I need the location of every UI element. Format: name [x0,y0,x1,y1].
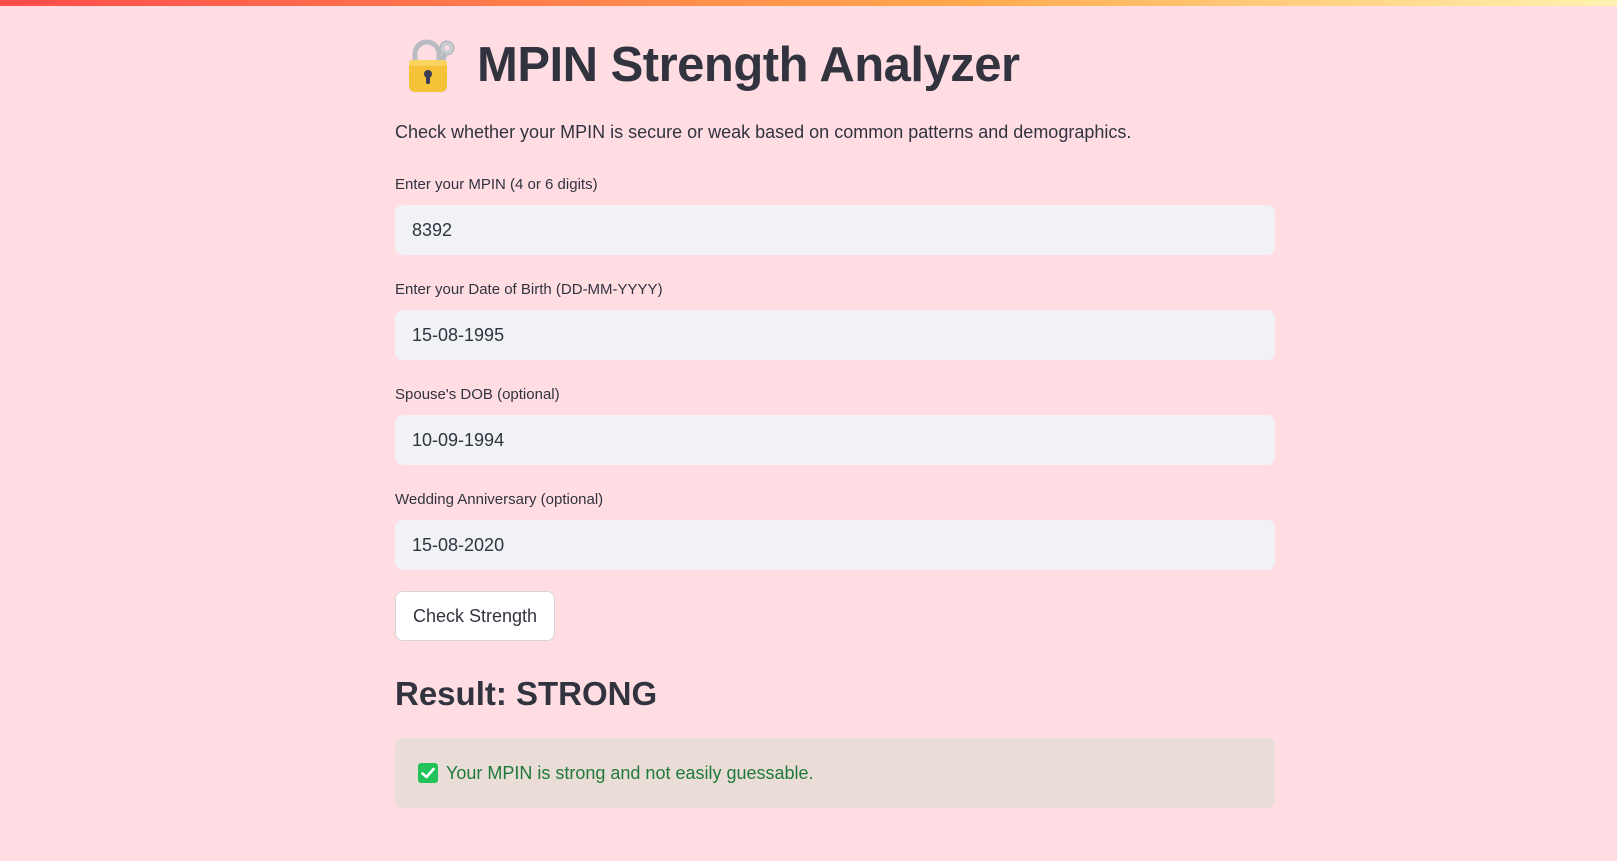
mpin-label: Enter your MPIN (4 or 6 digits) [395,176,598,193]
page-description: Check whether your MPIN is secure or wea… [395,122,1132,142]
page-title: MPIN Strength Analyzer [477,38,1020,92]
result-heading: Result: STRONG [395,675,658,712]
success-alert: Your MPIN is strong and not easily guess… [395,738,1275,808]
dob-label: Enter your Date of Birth (DD-MM-YYYY) [395,281,663,298]
spouse-dob-label: Spouse's DOB (optional) [395,386,560,403]
check-strength-button[interactable]: Check Strength [395,591,555,641]
anniversary-input[interactable] [395,520,1275,570]
check-mark-icon [418,763,438,783]
spouse-dob-input[interactable] [395,415,1275,465]
result-message: Your MPIN is strong and not easily guess… [446,762,814,783]
lock-with-key-icon [403,36,459,94]
anniversary-label: Wedding Anniversary (optional) [395,491,604,508]
title-row: MPIN Strength Analyzer [403,34,1020,96]
dob-input[interactable] [395,310,1275,360]
app-header-decoration [0,0,1617,6]
mpin-input[interactable] [395,205,1275,255]
